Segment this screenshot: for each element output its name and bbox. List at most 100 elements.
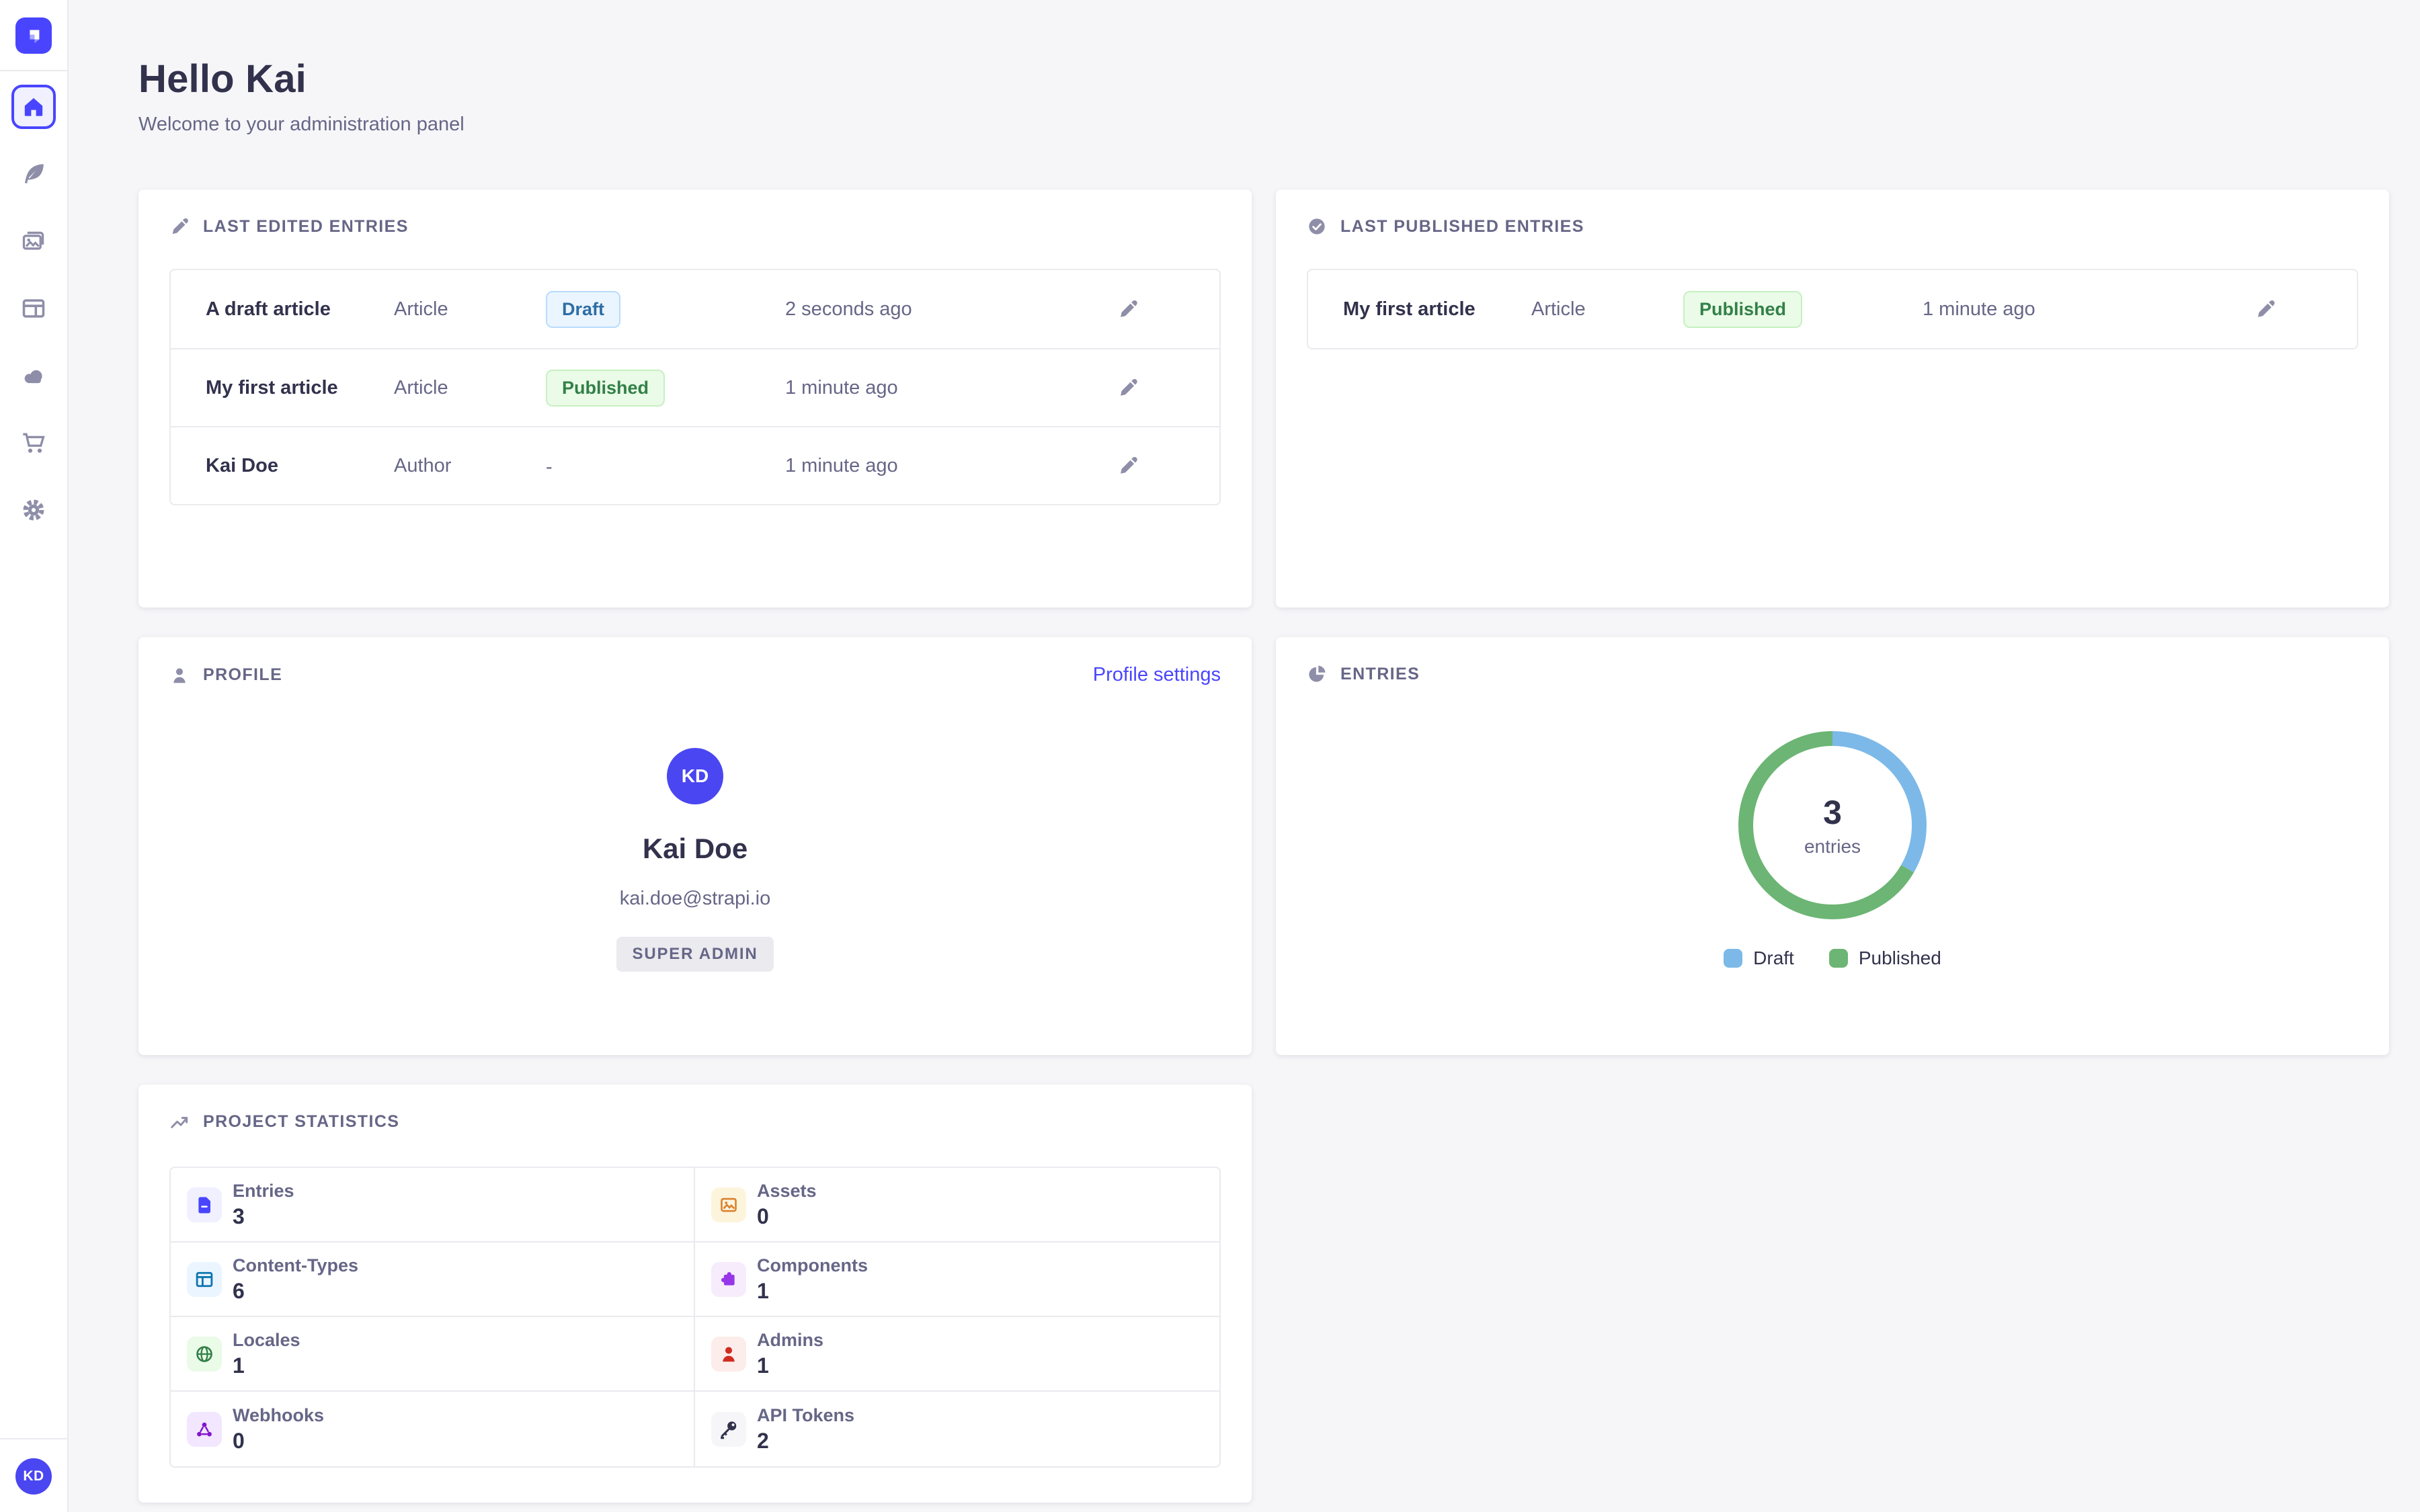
user-icon	[169, 665, 190, 685]
project-statistics-card: PROJECT STATISTICS Entries3 Assets0 Cont…	[138, 1085, 1252, 1503]
layout-icon	[21, 296, 46, 321]
edit-entry-button[interactable]	[1115, 296, 1141, 323]
stat-label: Components	[757, 1255, 868, 1276]
stat-components: Components 1	[695, 1243, 1219, 1317]
edit-entry-button[interactable]	[2252, 296, 2279, 323]
donut-center: 3 entries	[1732, 724, 1933, 926]
trend-up-icon	[169, 1111, 190, 1132]
stat-locales: Locales1	[171, 1317, 695, 1392]
sidebar-item-home[interactable]	[11, 85, 56, 129]
edit-entry-button[interactable]	[1115, 374, 1141, 401]
sidebar-item-marketplace[interactable]	[11, 421, 56, 465]
legend-item-published: Published	[1829, 948, 1941, 969]
sidebar-item-content-manager[interactable]	[11, 152, 56, 196]
card-header: PROJECT STATISTICS	[169, 1111, 1221, 1132]
cart-icon	[21, 430, 46, 456]
entry-name: My first article	[171, 377, 394, 399]
stat-value: 1	[757, 1279, 868, 1304]
entry-name: Kai Doe	[171, 455, 394, 477]
person-icon	[719, 1344, 739, 1364]
sidebar: KD	[0, 0, 69, 1512]
sidebar-divider	[0, 1438, 68, 1439]
status-badge: Published	[546, 370, 665, 407]
entry-time: 2 seconds ago	[785, 298, 1063, 321]
dashboard-grid: LAST EDITED ENTRIES A draft article Arti…	[138, 190, 2389, 1503]
entry-time: 1 minute ago	[1923, 298, 2201, 321]
stat-label: Entries	[233, 1181, 294, 1202]
entry-name: A draft article	[171, 298, 394, 321]
sidebar-item-settings[interactable]	[11, 488, 56, 532]
images-icon	[21, 228, 46, 254]
entries-donut-chart: 3 entries	[1732, 724, 1933, 926]
card-header: LAST EDITED ENTRIES	[169, 216, 1221, 237]
role-badge: SUPER ADMIN	[616, 937, 774, 972]
profile-email: kai.doe@strapi.io	[620, 888, 771, 910]
legend-item-draft: Draft	[1724, 948, 1794, 969]
stat-label: Content-Types	[233, 1255, 358, 1276]
puzzle-icon	[719, 1269, 739, 1290]
status-badge: Draft	[546, 291, 620, 328]
published-swatch	[1829, 949, 1848, 968]
edit-entry-button[interactable]	[1115, 452, 1141, 479]
entry-time: 1 minute ago	[785, 455, 1063, 477]
gear-icon	[21, 497, 46, 523]
sidebar-item-content-type-builder[interactable]	[11, 286, 56, 331]
page-title: Hello Kai	[138, 56, 2389, 101]
stat-value: 1	[757, 1353, 823, 1378]
entry-name: My first article	[1308, 298, 1531, 321]
page-subtitle: Welcome to your administration panel	[138, 114, 2389, 136]
entry-time: 1 minute ago	[785, 377, 1063, 399]
webhook-icon	[194, 1419, 214, 1439]
table-row[interactable]: My first article Article Published 1 min…	[171, 348, 1219, 426]
sidebar-bottom: KD	[0, 1438, 67, 1512]
stat-value: 1	[233, 1353, 300, 1378]
stat-label: Locales	[233, 1330, 300, 1351]
strapi-admin-dashboard: KD Hello Kai Welcome to your administrat…	[0, 0, 2420, 1512]
sidebar-item-media-library[interactable]	[11, 219, 56, 263]
stat-value: 0	[757, 1204, 817, 1229]
stat-label: Admins	[757, 1330, 823, 1351]
card-title: LAST EDITED ENTRIES	[203, 217, 409, 237]
pencil-icon	[1117, 377, 1139, 398]
entry-type: Article	[1531, 298, 1683, 321]
check-circle-icon	[1307, 216, 1327, 237]
picture-icon	[719, 1195, 739, 1215]
profile-settings-link[interactable]: Profile settings	[1093, 664, 1221, 686]
card-header: LAST PUBLISHED ENTRIES	[1307, 216, 2358, 237]
pencil-icon	[1117, 298, 1139, 320]
stat-value: 3	[233, 1204, 294, 1229]
empty-grid-cell	[1276, 1085, 2389, 1503]
entries-count-label: entries	[1804, 836, 1861, 857]
card-header: PROFILE Profile settings	[169, 664, 1221, 686]
last-published-entries-card: LAST PUBLISHED ENTRIES My first article …	[1276, 190, 2389, 607]
stat-entries: Entries3	[171, 1168, 695, 1243]
stat-label: API Tokens	[757, 1405, 854, 1426]
table-row[interactable]: My first article Article Published 1 min…	[1308, 270, 2357, 348]
last-edited-entries-card: LAST EDITED ENTRIES A draft article Arti…	[138, 190, 1252, 607]
card-title: ENTRIES	[1340, 665, 1420, 684]
globe-icon	[194, 1344, 214, 1364]
entry-type: Author	[394, 455, 546, 477]
profile-avatar: KD	[667, 748, 723, 804]
entries-chart-card: ENTRIES 3 entries	[1276, 637, 2389, 1055]
chart-legend: Draft Published	[1724, 948, 1941, 969]
user-avatar[interactable]: KD	[15, 1458, 52, 1495]
key-icon	[719, 1419, 739, 1439]
card-title: LAST PUBLISHED ENTRIES	[1340, 217, 1584, 237]
main-content: Hello Kai Welcome to your administration…	[69, 0, 2420, 1512]
stat-value: 2	[757, 1429, 854, 1454]
entries-chart-body: 3 entries Draft Published	[1307, 684, 2358, 969]
stat-label: Webhooks	[233, 1405, 324, 1426]
table-row[interactable]: A draft article Article Draft 2 seconds …	[171, 270, 1219, 348]
card-title: PROJECT STATISTICS	[203, 1112, 399, 1132]
home-icon	[22, 95, 45, 118]
card-header: ENTRIES	[1307, 664, 2358, 684]
stat-value: 0	[233, 1429, 324, 1454]
strapi-logo-icon[interactable]	[15, 17, 52, 54]
table-row[interactable]: Kai Doe Author - 1 minute ago	[171, 426, 1219, 504]
pencil-icon	[2255, 298, 2276, 320]
profile-card: PROFILE Profile settings KD Kai Doe kai.…	[138, 637, 1252, 1055]
sidebar-item-deploy[interactable]	[11, 353, 56, 398]
document-icon	[194, 1195, 214, 1215]
stat-api-tokens: API Tokens 2	[695, 1392, 1219, 1466]
